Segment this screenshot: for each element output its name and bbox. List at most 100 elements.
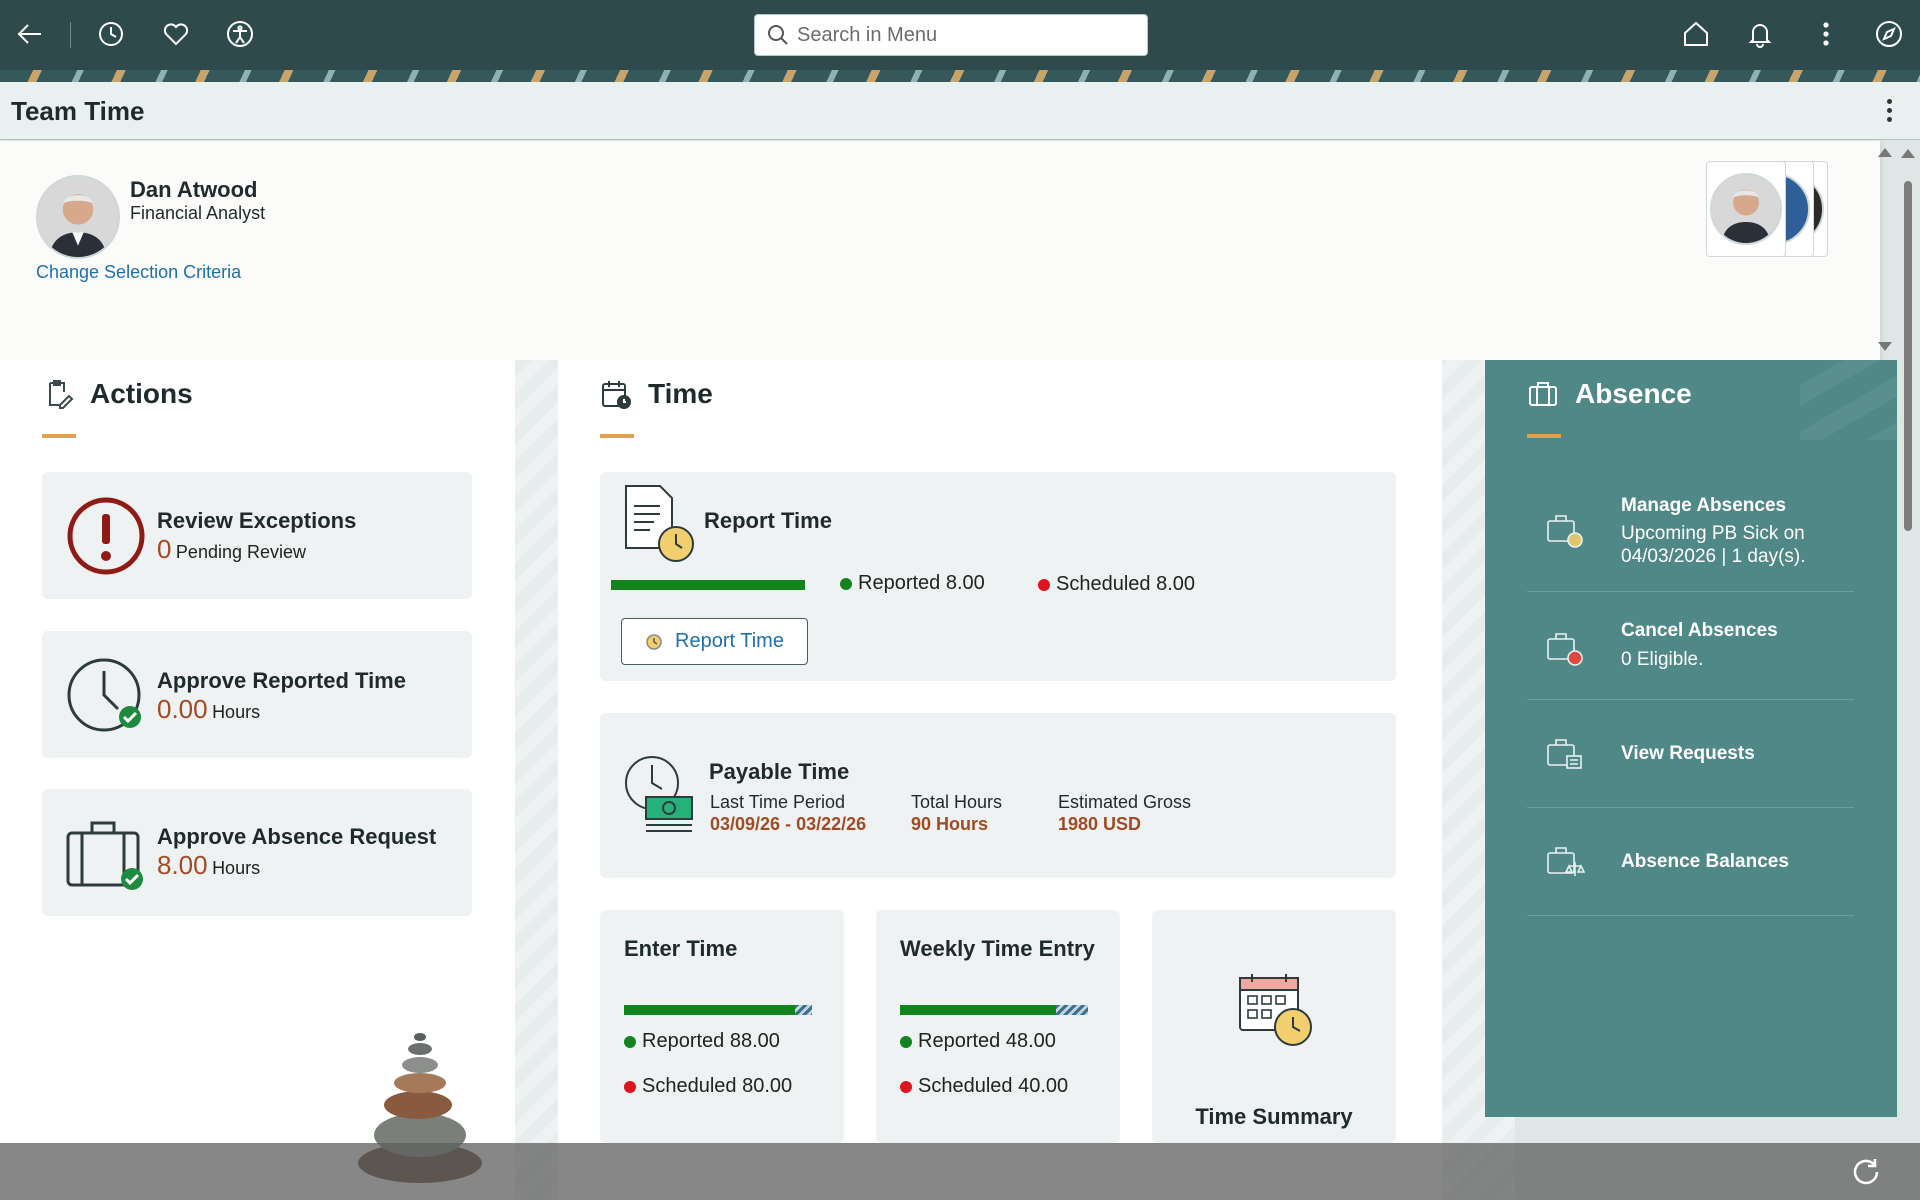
time-summary-tile[interactable]: Time Summary bbox=[1152, 910, 1396, 1143]
payable-time-tile[interactable]: Payable Time Last Time Period 03/09/26 -… bbox=[600, 713, 1396, 878]
cancel-absences-detail: 0 Eligible. bbox=[1621, 649, 1704, 670]
actions-title: Actions bbox=[90, 378, 193, 409]
time-heading: Time bbox=[600, 378, 713, 410]
scrollbar-thumb[interactable] bbox=[1904, 181, 1912, 531]
report-time-scheduled-legend: Scheduled 8.00 bbox=[1038, 573, 1195, 596]
absence-heading: Absence bbox=[1527, 378, 1692, 410]
last-time-period-label: Last Time Period bbox=[710, 792, 846, 812]
time-title: Time bbox=[648, 378, 713, 409]
clock-approve-icon bbox=[67, 658, 141, 732]
employee-role: Financial Analyst bbox=[130, 203, 266, 223]
report-time-button[interactable]: Report Time bbox=[621, 618, 808, 665]
review-exceptions-tile[interactable]: Review Exceptions 0 Pending Review bbox=[42, 472, 472, 599]
more-actions-icon[interactable] bbox=[1806, 14, 1846, 54]
bottom-overlay-bar bbox=[0, 1143, 1920, 1200]
employee-carousel[interactable] bbox=[1706, 161, 1846, 261]
page-title: Team Time bbox=[11, 96, 145, 126]
actions-underline bbox=[42, 434, 76, 438]
employee-header: Dan Atwood Financial Analyst Change Sele… bbox=[0, 141, 1880, 360]
absence-balances-icon bbox=[1545, 842, 1586, 882]
search-input[interactable] bbox=[797, 23, 1127, 47]
employee-card-selected[interactable] bbox=[1706, 161, 1786, 257]
reported-dot-icon bbox=[900, 1035, 912, 1048]
report-time-reported-legend: Reported 8.00 bbox=[840, 572, 985, 595]
view-requests-icon bbox=[1545, 734, 1585, 774]
page-title-bar: Team Time bbox=[0, 82, 1920, 140]
manage-absences-detail: Upcoming PB Sick on 04/03/2026 | 1 day(s… bbox=[1621, 523, 1806, 567]
payable-time-title: Payable Time bbox=[709, 759, 850, 784]
briefcase-icon bbox=[1529, 382, 1557, 406]
clock-small-icon bbox=[646, 633, 662, 650]
time-summary-title: Time Summary bbox=[1195, 1104, 1353, 1129]
weekly-time-progress-overage bbox=[1056, 1005, 1088, 1015]
navigator-compass-icon[interactable] bbox=[1869, 14, 1909, 54]
report-time-button-label: Report Time bbox=[675, 630, 784, 652]
calendar-summary-icon bbox=[1239, 974, 1312, 1046]
header-scroll-up-icon[interactable] bbox=[1878, 148, 1892, 157]
header-scroll-down-icon[interactable] bbox=[1878, 342, 1892, 351]
manage-absences-item[interactable]: Manage Absences Upcoming PB Sick on 04/0… bbox=[1527, 472, 1854, 592]
scroll-up-arrow-icon[interactable] bbox=[1901, 149, 1915, 158]
weekly-time-scheduled-legend: Scheduled 40.00 bbox=[900, 1075, 1068, 1098]
enter-time-title: Enter Time bbox=[624, 936, 738, 961]
approve-reported-time-tile[interactable]: Approve Reported Time 0.00 Hours bbox=[42, 631, 472, 758]
review-exceptions-title: Review Exceptions bbox=[157, 508, 357, 533]
view-requests-item[interactable]: View Requests bbox=[1527, 700, 1854, 808]
clipboard-edit-icon bbox=[49, 380, 74, 409]
estimated-gross-label: Estimated Gross bbox=[1058, 792, 1192, 812]
reported-dot-icon bbox=[840, 577, 852, 590]
total-hours-label: Total Hours bbox=[911, 792, 1003, 812]
change-selection-criteria-link[interactable]: Change Selection Criteria bbox=[36, 262, 241, 283]
home-icon[interactable] bbox=[1676, 14, 1716, 54]
recent-history-icon[interactable] bbox=[91, 14, 131, 54]
approve-reported-time-value: 0.00 bbox=[157, 694, 208, 724]
weekly-time-entry-tile[interactable]: Weekly Time Entry Reported 48.00 Schedul… bbox=[876, 910, 1120, 1143]
accessibility-icon[interactable] bbox=[220, 14, 260, 54]
review-exceptions-unit: Pending Review bbox=[175, 542, 306, 562]
approve-absence-request-title: Approve Absence Request bbox=[157, 824, 437, 849]
cancel-absences-item[interactable]: Cancel Absences 0 Eligible. bbox=[1527, 592, 1854, 700]
approve-reported-time-unit: Hours bbox=[212, 702, 261, 722]
actions-heading: Actions bbox=[42, 378, 193, 410]
approve-absence-request-value: 8.00 bbox=[157, 850, 208, 880]
absence-panel-decoration bbox=[1800, 360, 1897, 440]
briefcase-approve-icon bbox=[66, 821, 143, 890]
back-arrow-icon[interactable] bbox=[10, 14, 50, 54]
cancel-absences-icon bbox=[1545, 628, 1585, 668]
absence-balances-item[interactable]: Absence Balances bbox=[1527, 808, 1854, 916]
calendar-clock-icon bbox=[602, 381, 631, 409]
employee-avatar bbox=[36, 175, 120, 259]
weekly-time-reported-legend: Reported 48.00 bbox=[900, 1030, 1056, 1053]
timesheet-document-icon bbox=[625, 485, 694, 562]
total-hours-value: 90 Hours bbox=[911, 814, 989, 834]
report-time-tile[interactable]: Report Time Reported 8.00 Scheduled 8.00… bbox=[600, 472, 1396, 681]
enter-time-tile[interactable]: Enter Time Reported 88.00 Scheduled 80.0… bbox=[600, 910, 844, 1143]
weekly-time-progress-bar bbox=[900, 1005, 1056, 1015]
time-underline bbox=[600, 434, 634, 438]
notifications-bell-icon[interactable] bbox=[1740, 14, 1780, 54]
scheduled-dot-icon bbox=[624, 1080, 636, 1093]
page-actions-kebab-icon[interactable] bbox=[1884, 99, 1894, 122]
view-requests-title: View Requests bbox=[1621, 743, 1755, 764]
exception-alert-icon bbox=[67, 497, 145, 575]
search-icon bbox=[768, 25, 788, 45]
absence-title: Absence bbox=[1575, 378, 1692, 409]
cancel-absences-title: Cancel Absences bbox=[1621, 620, 1778, 641]
report-time-title: Report Time bbox=[704, 508, 832, 533]
enter-time-progress-bar bbox=[624, 1005, 795, 1015]
last-time-period-value: 03/09/26 - 03/22/26 bbox=[710, 814, 867, 834]
scheduled-dot-icon bbox=[1038, 578, 1050, 591]
payable-time-money-icon bbox=[625, 756, 693, 832]
review-exceptions-count: 0 bbox=[157, 534, 172, 564]
report-time-progress-bar bbox=[611, 580, 805, 590]
search-field[interactable] bbox=[754, 14, 1148, 56]
absence-balances-title: Absence Balances bbox=[1621, 851, 1789, 872]
manage-absences-icon bbox=[1545, 510, 1585, 550]
scheduled-dot-icon bbox=[900, 1080, 912, 1093]
refresh-icon[interactable] bbox=[1848, 1154, 1884, 1190]
approve-absence-request-tile[interactable]: Approve Absence Request 8.00 Hours bbox=[42, 789, 472, 916]
top-navigation-bar bbox=[0, 0, 1920, 70]
reported-dot-icon bbox=[624, 1035, 636, 1048]
employee-avatar bbox=[1710, 173, 1782, 245]
favorites-heart-icon[interactable] bbox=[156, 14, 196, 54]
